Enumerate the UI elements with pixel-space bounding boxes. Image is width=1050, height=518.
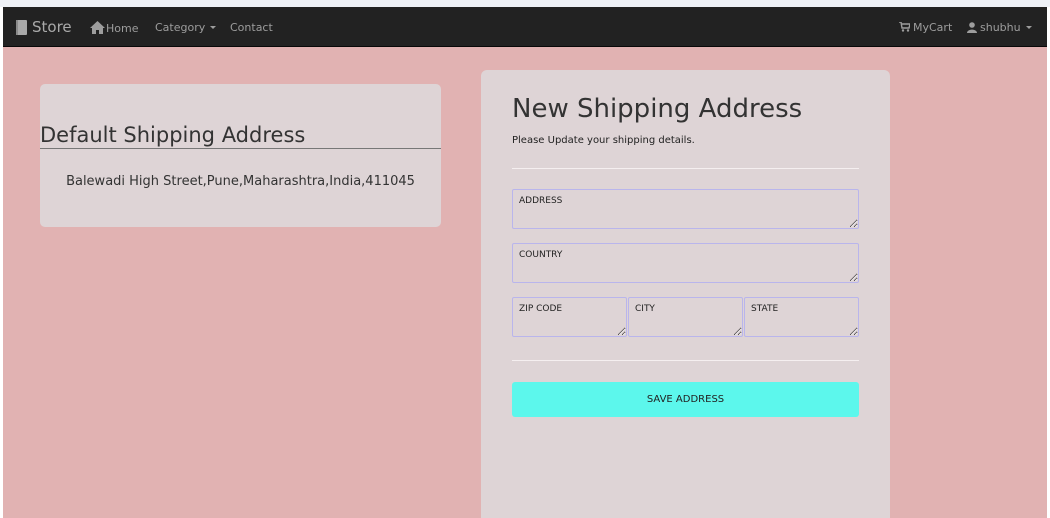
nav-mycart[interactable]: MyCart (899, 7, 952, 47)
default-address-card: Default Shipping Address Balewadi High S… (40, 84, 441, 227)
state-field[interactable] (744, 297, 859, 337)
nav-category-dropdown[interactable]: Category (155, 7, 217, 47)
navbar: Store Home Category Contact MyCart shubh… (3, 7, 1047, 47)
nav-contact[interactable]: Contact (230, 7, 273, 47)
user-icon (967, 21, 977, 33)
book-icon (16, 19, 27, 35)
address-field[interactable] (512, 189, 859, 229)
divider (512, 360, 859, 361)
default-address-title: Default Shipping Address (40, 122, 441, 149)
country-field[interactable] (512, 243, 859, 283)
home-icon (90, 20, 105, 34)
zip-code-field[interactable] (512, 297, 627, 337)
new-address-card: New Shipping Address Please Update your … (481, 70, 890, 518)
city-field[interactable] (628, 297, 743, 337)
nav-category-label: Category (155, 20, 206, 34)
default-address-text: Balewadi High Street,Pune,Maharashtra,In… (66, 174, 415, 189)
brand-link[interactable]: Store (15, 7, 72, 47)
nav-user-label: shubhu (980, 20, 1021, 34)
nav-user-dropdown[interactable]: shubhu (967, 7, 1032, 47)
divider (512, 168, 859, 169)
caret-down-icon (210, 25, 217, 29)
new-address-subtitle: Please Update your shipping details. (512, 135, 695, 146)
caret-down-icon (1025, 25, 1032, 29)
save-address-button[interactable]: SAVE ADDRESS (512, 382, 859, 417)
browser-top-strip (0, 0, 1050, 7)
brand-label: Store (32, 18, 72, 36)
nav-contact-label: Contact (230, 20, 273, 34)
page-content: Default Shipping Address Balewadi High S… (3, 47, 1047, 518)
new-address-title: New Shipping Address (512, 94, 803, 124)
shopping-cart-icon (899, 22, 910, 32)
nav-mycart-label: MyCart (913, 20, 953, 34)
nav-home-label: Home (106, 21, 139, 35)
nav-home[interactable]: Home (90, 7, 138, 47)
